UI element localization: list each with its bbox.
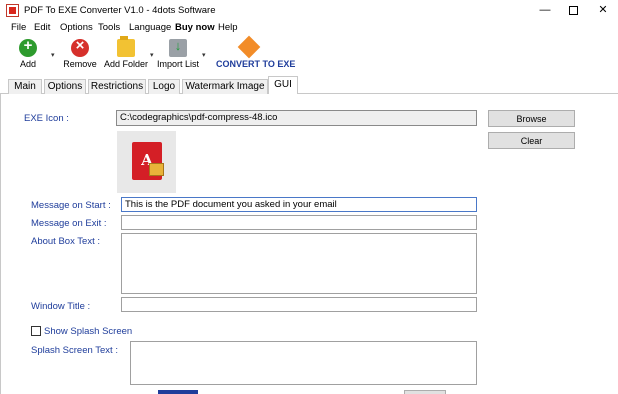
add-label: Add — [19, 59, 36, 69]
tab-gui[interactable]: GUI — [268, 76, 298, 95]
package-icon — [149, 163, 164, 176]
tab-options[interactable]: Options — [44, 79, 86, 94]
clear-button[interactable]: Clear — [488, 132, 575, 149]
splash-screen-text-label: Splash Screen Text : — [31, 345, 118, 356]
window-title: PDF To EXE Converter V1.0 - 4dots Softwa… — [24, 5, 216, 16]
add-folder-label: Add Folder — [104, 59, 149, 69]
add-folder-dropdown-arrow[interactable]: ▾ — [150, 51, 154, 59]
maximize-button[interactable] — [558, 0, 588, 21]
remove-icon — [71, 37, 89, 57]
exe-icon-label: EXE Icon : — [24, 113, 69, 124]
tab-main[interactable]: Main — [8, 79, 42, 94]
tab-strip: Main Options Restrictions Logo Watermark… — [0, 75, 618, 95]
add-dropdown-arrow[interactable]: ▾ — [51, 51, 55, 59]
tab-restrictions[interactable]: Restrictions — [88, 79, 146, 94]
convert-label: CONVERT TO EXE — [216, 59, 296, 69]
menu-bar: File Edit Options Tools Language Buy now… — [0, 21, 618, 36]
menu-options[interactable]: Options — [60, 22, 93, 33]
splash-screen-text-area[interactable] — [130, 341, 477, 385]
partial-button[interactable] — [404, 390, 446, 394]
import-list-button[interactable]: Import List — [157, 37, 199, 73]
menu-buy-now[interactable]: Buy now — [175, 22, 215, 33]
convert-icon — [237, 35, 261, 59]
window-title-field[interactable] — [121, 297, 477, 312]
menu-tools[interactable]: Tools — [98, 22, 120, 33]
browse-button[interactable]: Browse — [488, 110, 575, 127]
tab-logo[interactable]: Logo — [148, 79, 180, 94]
exe-icon-path-field[interactable]: C:\codegraphics\pdf-compress-48.ico — [116, 110, 477, 126]
folder-icon — [117, 36, 135, 57]
message-on-start-field[interactable]: This is the PDF document you asked in yo… — [121, 197, 477, 212]
import-dropdown-arrow[interactable]: ▾ — [202, 51, 206, 59]
remove-button[interactable]: Remove — [62, 37, 98, 73]
about-box-text-area[interactable] — [121, 233, 477, 294]
tab-watermark-image[interactable]: Watermark Image — [182, 79, 268, 94]
partial-control — [158, 390, 198, 394]
menu-file[interactable]: File — [11, 22, 26, 33]
message-on-exit-field[interactable] — [121, 215, 477, 230]
add-folder-button[interactable]: Add Folder — [104, 36, 149, 73]
import-icon — [169, 38, 187, 57]
message-on-exit-label: Message on Exit : — [31, 218, 107, 229]
exe-icon-preview — [117, 131, 176, 193]
menu-help[interactable]: Help — [218, 22, 238, 33]
show-splash-checkbox[interactable] — [31, 326, 41, 336]
menu-language[interactable]: Language — [129, 22, 171, 33]
remove-label: Remove — [63, 59, 97, 69]
about-box-text-label: About Box Text : — [31, 236, 101, 247]
message-on-start-label: Message on Start : — [31, 200, 111, 211]
minimize-button[interactable]: — — [530, 0, 560, 21]
import-list-label: Import List — [157, 59, 200, 69]
maximize-icon — [568, 5, 578, 15]
toolbar: Add ▾ Remove Add Folder ▾ Import List ▾ … — [0, 35, 618, 73]
close-button[interactable]: ✕ — [588, 0, 618, 21]
show-splash-label[interactable]: Show Splash Screen — [44, 326, 132, 337]
add-button[interactable]: Add — [14, 37, 42, 73]
convert-to-exe-button[interactable]: CONVERT TO EXE — [216, 35, 296, 73]
window-title-label: Window Title : — [31, 301, 91, 312]
menu-edit[interactable]: Edit — [34, 22, 50, 33]
app-icon — [6, 4, 19, 17]
title-bar: PDF To EXE Converter V1.0 - 4dots Softwa… — [0, 0, 618, 21]
add-icon — [19, 37, 37, 57]
